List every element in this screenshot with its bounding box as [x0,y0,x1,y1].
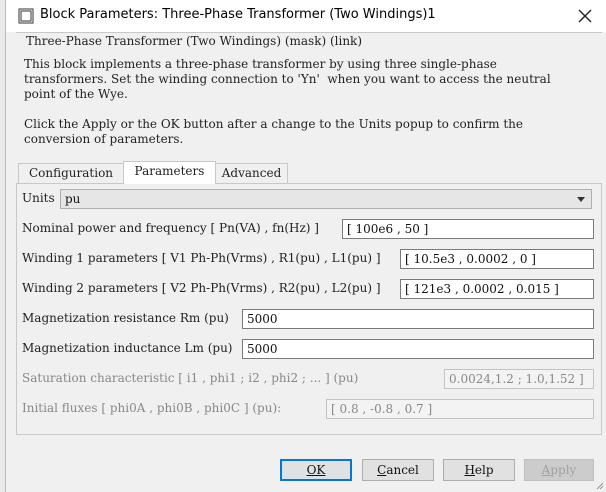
winding2-input[interactable]: [ 121e3 , 0.0002 , 0.015 ] [400,279,594,299]
description-line: point of the Wye. [24,87,128,101]
block-parameters-dialog: Block Parameters: Three-Phase Transforme… [5,0,606,492]
resize-grip-icon[interactable] [594,480,604,490]
tab-parameters[interactable]: Parameters [123,161,216,184]
cancel-mnemonic: C [377,463,387,477]
apply-label: pply [550,463,577,477]
close-icon[interactable] [574,5,596,27]
rm-input[interactable]: 5000 [242,309,594,329]
ok-label: OK [306,463,326,477]
title-bar: Block Parameters: Three-Phase Transforme… [6,0,606,32]
ok-button[interactable]: OK [280,459,352,481]
rm-label: Magnetization resistance Rm (pu) [22,311,229,325]
tab-bar: Configuration Parameters Advanced [18,161,602,184]
tab-advanced[interactable]: Advanced [215,163,288,183]
fluxes-input: [ 0.8 , -0.8 , 0.7 ] [326,399,594,419]
description-line: This block implements a three-phase tran… [24,57,497,71]
help-label: elp [474,463,494,477]
note-line: Click the Apply or the OK button after a… [24,117,523,131]
winding2-label: Winding 2 parameters [ V2 Ph-Ph(Vrms) , … [22,281,381,295]
fluxes-label: Initial fluxes [ phi0A , phi0B , phi0C ]… [22,401,282,415]
simulink-block-icon [18,8,34,24]
apply-button: Apply [524,459,594,481]
nominal-input[interactable]: [ 100e6 , 50 ] [342,219,594,239]
window-title: Block Parameters: Three-Phase Transforme… [40,7,436,22]
units-label: Units [22,191,55,205]
help-button[interactable]: Help [443,459,515,481]
winding1-input[interactable]: [ 10.5e3 , 0.0002 , 0 ] [400,249,594,269]
saturation-label: Saturation characteristic [ i1 , phi1 ; … [22,371,359,385]
cancel-label: ancel [386,463,419,477]
lm-input[interactable]: 5000 [242,339,594,359]
units-select[interactable]: pu [60,189,592,209]
parameters-panel: Units pu Nominal power and frequency [ P… [16,183,602,435]
units-value: pu [65,192,81,206]
nominal-label: Nominal power and frequency [ Pn(VA) , f… [22,221,319,235]
tab-configuration[interactable]: Configuration [18,163,124,183]
note-line: conversion of parameters. [24,132,184,146]
mask-header: Three-Phase Transformer (Two Windings) (… [24,34,364,48]
description-line: transformers. Set the winding connection… [24,72,551,86]
cancel-button[interactable]: Cancel [362,459,434,481]
saturation-input: 0.0024,1.2 ; 1.0,1.52 ] [444,369,594,389]
help-mnemonic: H [464,463,475,477]
winding1-label: Winding 1 parameters [ V1 Ph-Ph(Vrms) , … [22,251,381,265]
lm-label: Magnetization inductance Lm (pu) [22,341,233,355]
mask-description-group: Three-Phase Transformer (Two Windings) (… [16,32,602,152]
chevron-down-icon [577,197,585,202]
